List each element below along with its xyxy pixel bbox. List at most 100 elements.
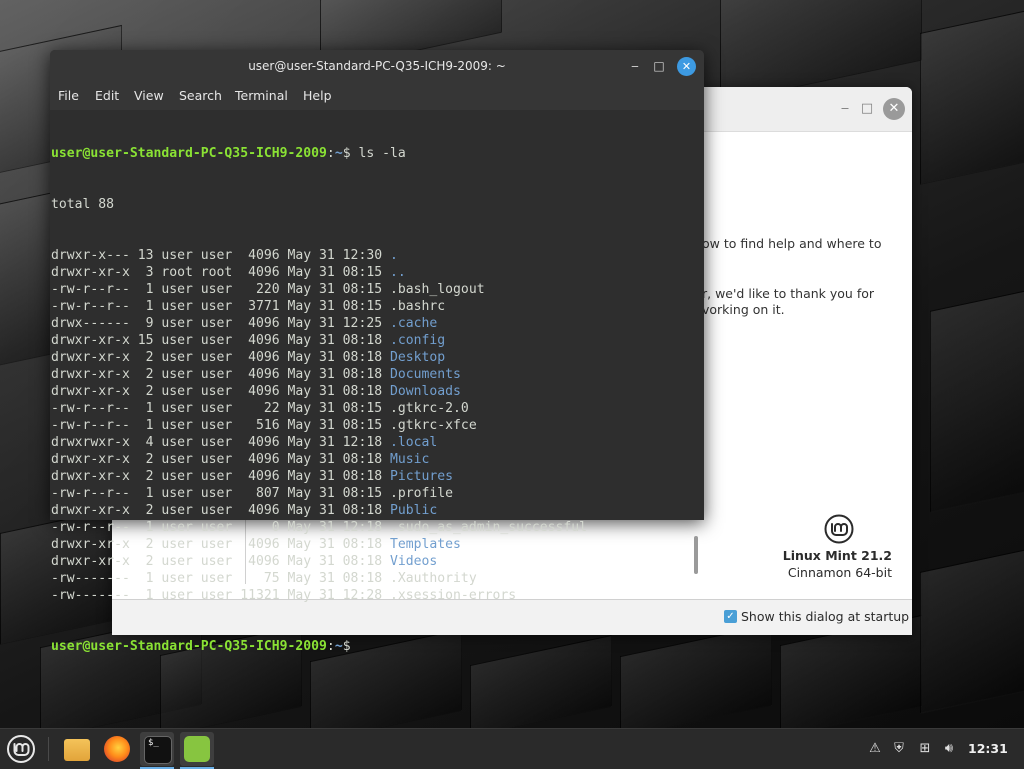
file-meta: -rw-r--r-- 1 user user 516 May 31 08:15	[51, 418, 390, 433]
file-name: .gtkrc-xfce	[389, 418, 477, 433]
total-line: total 88	[51, 197, 115, 212]
listing-row: drwxr-xr-x 2 user user 4096 May 31 08:18…	[51, 383, 587, 400]
file-meta: -rw-r--r-- 1 user user 0 May 31 12:18	[51, 520, 390, 535]
listing-row: -rw------- 1 user user 75 May 31 08:18 .…	[51, 570, 587, 587]
file-meta: -rw-r--r-- 1 user user 807 May 31 08:15	[51, 486, 390, 501]
directory-name: .config	[389, 333, 446, 348]
network-icon[interactable]: ⊞	[916, 740, 934, 758]
directory-name: Pictures	[389, 469, 454, 484]
terminal-window: user@user-Standard-PC-Q35-ICH9-2009: ~ ‒…	[50, 50, 704, 654]
volume-icon[interactable]: 🔊︎	[940, 740, 958, 758]
directory-name: Music	[389, 452, 430, 467]
menu-edit[interactable]: Edit	[95, 88, 119, 103]
listing-row: -rw-r--r-- 1 user user 807 May 31 08:15 …	[51, 485, 587, 502]
prompt-line: user@user-Standard-PC-Q35-ICH9-2009:~$ l…	[51, 146, 406, 161]
folder-icon	[64, 739, 90, 761]
shield-icon[interactable]: ⛨	[890, 740, 908, 758]
directory-name: Documents	[389, 367, 461, 382]
welcome-text-line: ow to find help and where to	[702, 236, 882, 251]
directory-name: Public	[389, 503, 438, 518]
menu-terminal[interactable]: Terminal	[235, 88, 288, 103]
file-name: .profile	[389, 486, 454, 501]
file-listing: drwxr-x--- 13 user user 4096 May 31 12:3…	[51, 247, 587, 604]
terminal-titlebar[interactable]: user@user-Standard-PC-Q35-ICH9-2009: ~ ‒…	[50, 50, 704, 83]
menu-mint-icon[interactable]	[6, 734, 36, 764]
listing-row: drwx------ 9 user user 4096 May 31 12:25…	[51, 315, 587, 332]
window-title: user@user-Standard-PC-Q35-ICH9-2009: ~	[248, 59, 506, 73]
terminal-output[interactable]: user@user-Standard-PC-Q35-ICH9-2009:~$ l…	[50, 110, 704, 654]
menu-search[interactable]: Search	[179, 88, 222, 103]
file-meta: -rw------- 1 user user 75 May 31 08:18	[51, 571, 390, 586]
close-button[interactable]: ✕	[677, 57, 696, 76]
file-meta: drwxr-xr-x 2 user user 4096 May 31 08:18	[51, 503, 390, 518]
menu-file[interactable]: File	[58, 88, 79, 103]
file-meta: -rw-r--r-- 1 user user 22 May 31 08:15	[51, 401, 390, 416]
minimize-button[interactable]: ‒	[834, 98, 856, 120]
startup-checkbox-label[interactable]: Show this dialog at startup	[741, 609, 909, 624]
listing-row: drwxr-xr-x 2 user user 4096 May 31 08:18…	[51, 349, 587, 366]
file-meta: drwx------ 9 user user 4096 May 31 12:25	[51, 316, 390, 331]
prompt-user: user@user-Standard-PC-Q35-ICH9-2009	[51, 146, 327, 161]
separator	[48, 737, 49, 761]
file-meta: drwxr-xr-x 2 user user 4096 May 31 08:18	[51, 350, 390, 365]
file-name: .Xauthority	[389, 571, 477, 586]
file-meta: drwxr-xr-x 2 user user 4096 May 31 08:18	[51, 469, 390, 484]
listing-row: drwxr-xr-x 15 user user 4096 May 31 08:1…	[51, 332, 587, 349]
directory-name: Templates	[389, 537, 461, 552]
prompt-path: ~	[334, 146, 343, 161]
taskbar-terminal[interactable]: $_	[140, 732, 174, 769]
file-meta: drwxr-xr-x 2 user user 4096 May 31 08:18	[51, 537, 390, 552]
file-name: .bash_logout	[389, 282, 485, 297]
file-name: .xsession-errors	[389, 588, 517, 603]
directory-name: .	[389, 248, 398, 263]
menu-view[interactable]: View	[134, 88, 164, 103]
prompt-user: user@user-Standard-PC-Q35-ICH9-2009	[51, 639, 327, 654]
update-manager-icon[interactable]: ⚠	[866, 740, 884, 758]
directory-name: .cache	[389, 316, 438, 331]
listing-row: drwxr-xr-x 2 user user 4096 May 31 08:18…	[51, 451, 587, 468]
listing-row: -rw-r--r-- 1 user user 22 May 31 08:15 .…	[51, 400, 587, 417]
listing-row: -rw-r--r-- 1 user user 516 May 31 08:15 …	[51, 417, 587, 434]
distro-name: Linux Mint 21.2	[782, 548, 892, 563]
taskbar-files[interactable]	[60, 732, 94, 766]
directory-name: Videos	[389, 554, 438, 569]
file-meta: drwxr-xr-x 2 user user 4096 May 31 08:18	[51, 452, 390, 467]
minimize-button[interactable]: ‒	[626, 57, 644, 75]
maximize-button[interactable]: □	[650, 57, 668, 75]
file-meta: drwxr-x--- 13 user user 4096 May 31 12:3…	[51, 248, 390, 263]
listing-row: -rw------- 1 user user 11321 May 31 12:2…	[51, 587, 587, 604]
firefox-icon	[104, 736, 130, 762]
directory-name: .local	[389, 435, 438, 450]
menu-help[interactable]: Help	[303, 88, 332, 103]
mint-logo-icon	[824, 514, 854, 544]
taskbar-mint-welcome[interactable]	[180, 732, 214, 769]
mint-logo-icon	[184, 736, 210, 762]
scrollbar[interactable]	[694, 536, 698, 574]
listing-row: drwxr-xr-x 2 user user 4096 May 31 08:18…	[51, 553, 587, 570]
listing-row: -rw-r--r-- 1 user user 3771 May 31 08:15…	[51, 298, 587, 315]
welcome-text-line: r, we'd like to thank you for	[702, 286, 875, 301]
file-meta: drwxr-xr-x 3 root root 4096 May 31 08:15	[51, 265, 390, 280]
file-meta: -rw-r--r-- 1 user user 220 May 31 08:15	[51, 282, 390, 297]
file-name: .sudo_as_admin_successful	[389, 520, 588, 535]
file-name: .bashrc	[389, 299, 446, 314]
maximize-button[interactable]: □	[856, 98, 878, 120]
file-meta: -rw-r--r-- 1 user user 3771 May 31 08:15	[51, 299, 390, 314]
edition-label: Cinnamon 64-bit	[787, 565, 892, 580]
listing-row: drwxr-xr-x 3 root root 4096 May 31 08:15…	[51, 264, 587, 281]
listing-row: drwxr-xr-x 2 user user 4096 May 31 08:18…	[51, 468, 587, 485]
prompt-path: ~	[334, 639, 343, 654]
listing-row: drwxr-x--- 13 user user 4096 May 31 12:3…	[51, 247, 587, 264]
welcome-text-line: vorking on it.	[702, 302, 785, 317]
terminal-icon: $_	[144, 736, 172, 764]
directory-name: Downloads	[389, 384, 461, 399]
close-button[interactable]: ✕	[883, 98, 905, 120]
startup-checkbox[interactable]: ✓	[724, 610, 737, 623]
taskbar-firefox[interactable]	[100, 732, 134, 766]
prompt-line: user@user-Standard-PC-Q35-ICH9-2009:~$	[51, 639, 359, 654]
file-meta: drwxrwxr-x 4 user user 4096 May 31 12:18	[51, 435, 390, 450]
menubar: File Edit View Search Terminal Help	[50, 83, 704, 110]
directory-name: ..	[389, 265, 406, 280]
command-text: ls -la	[358, 146, 406, 161]
clock[interactable]: 12:31	[968, 741, 1008, 756]
